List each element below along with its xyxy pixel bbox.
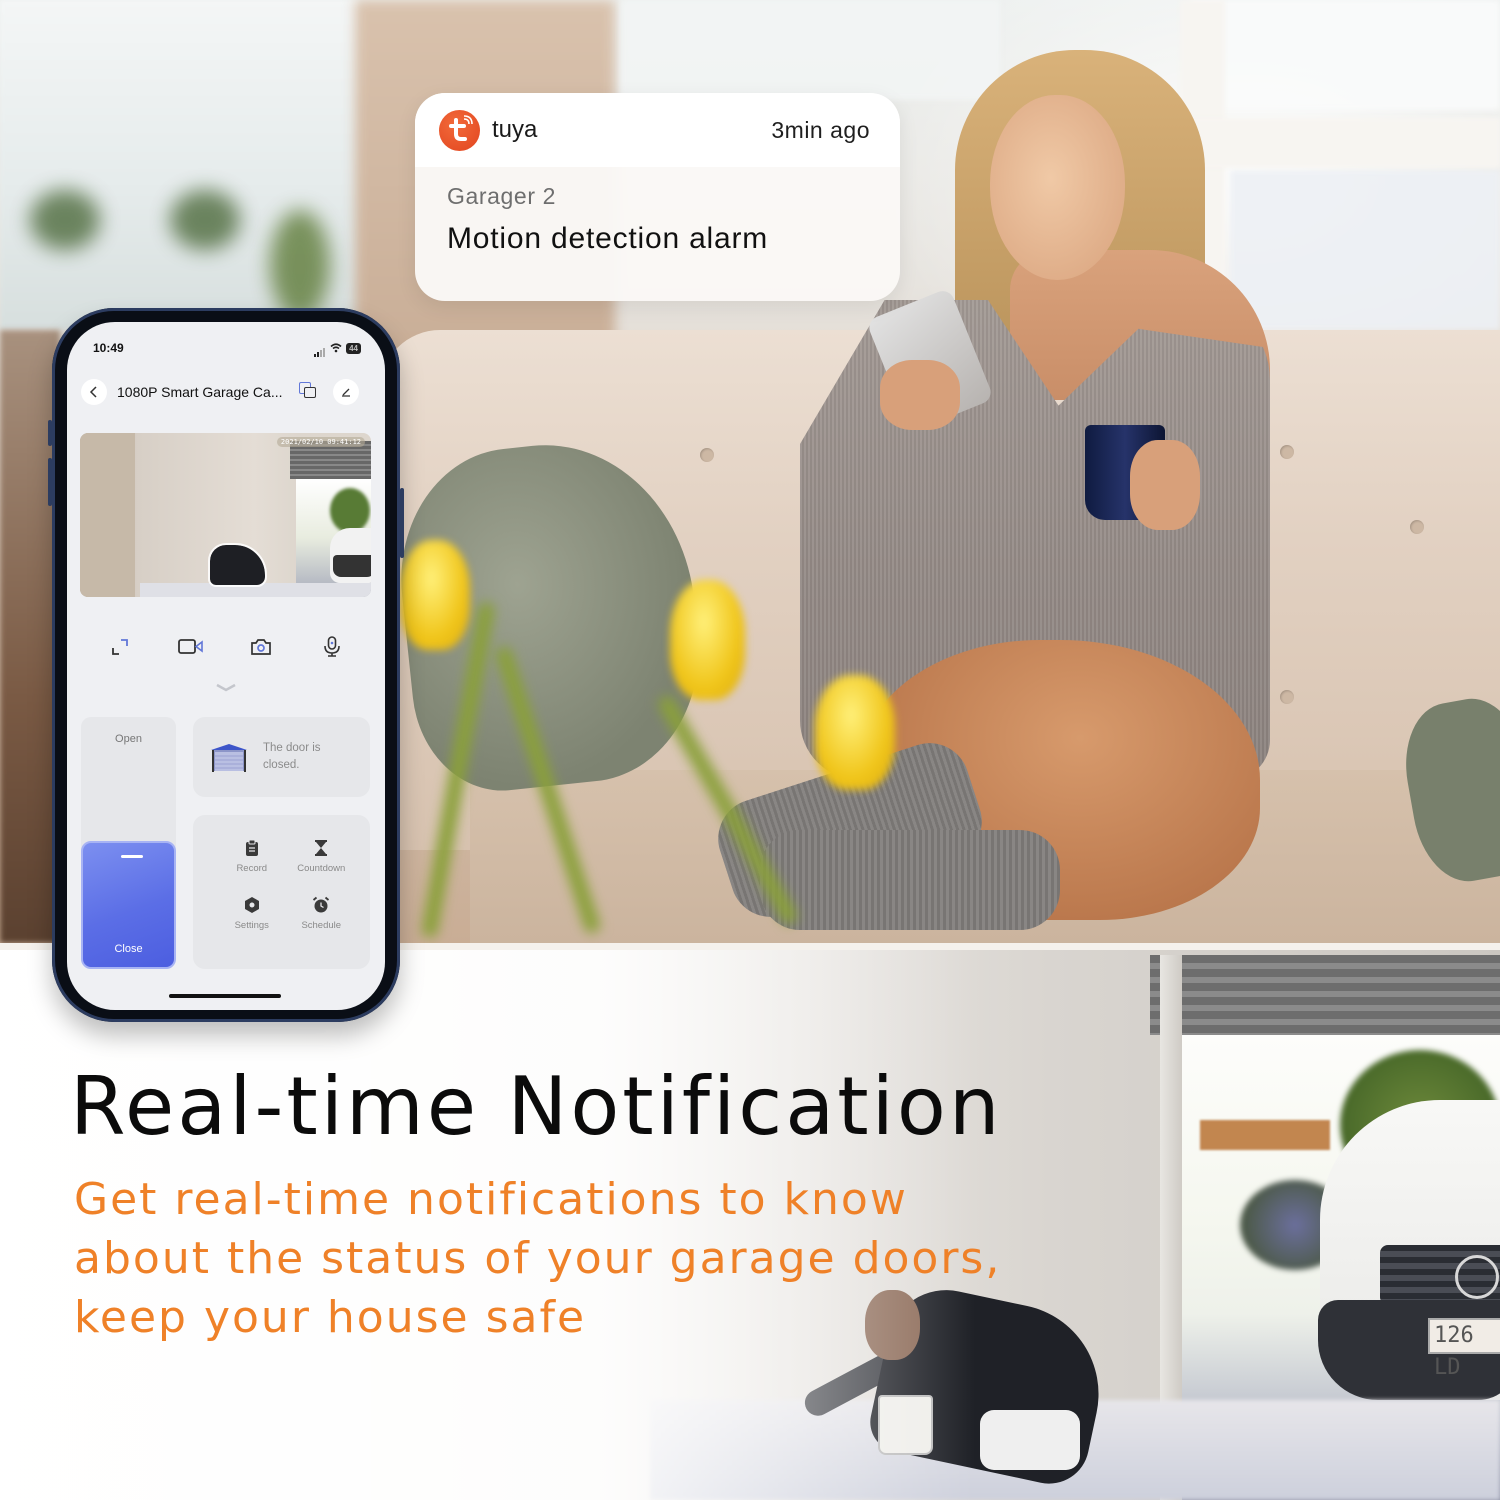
fullscreen-icon bbox=[112, 639, 129, 655]
sofa-button bbox=[700, 448, 714, 462]
close-label: Close bbox=[114, 943, 143, 955]
multi-screen-icon[interactable] bbox=[298, 382, 319, 402]
talk-button[interactable] bbox=[317, 632, 347, 662]
record-button[interactable]: Record bbox=[217, 839, 287, 896]
feature-label: Countdown bbox=[297, 863, 346, 874]
phone-side-button bbox=[400, 488, 404, 558]
edit-button[interactable] bbox=[332, 379, 359, 405]
snapshot-button[interactable] bbox=[246, 632, 276, 662]
microphone-icon bbox=[323, 636, 340, 657]
edit-icon bbox=[341, 388, 350, 397]
notification-header: tuya 3min ago bbox=[415, 93, 900, 167]
battery-icon: 44 bbox=[346, 342, 361, 354]
subtitle: Get real-time notifications to know abou… bbox=[74, 1170, 1014, 1347]
knit-sock bbox=[760, 830, 1060, 930]
phone-side-button bbox=[48, 458, 52, 506]
window-pane bbox=[1230, 170, 1500, 330]
feature-grid: Record Countdown Settings Schedule bbox=[193, 815, 370, 969]
door-status-line: The door is bbox=[263, 742, 321, 754]
video-van-bumper bbox=[333, 555, 371, 577]
slider-handle[interactable] bbox=[121, 855, 143, 858]
hourglass-icon bbox=[315, 840, 328, 856]
woman-hand bbox=[880, 360, 960, 430]
video-timestamp: 2021/02/10 09:41:12 bbox=[276, 437, 365, 447]
home-indicator[interactable] bbox=[169, 994, 281, 998]
headline: Real-time Notification bbox=[70, 1060, 1003, 1153]
window-pane bbox=[1190, 0, 1500, 110]
window-frame bbox=[1180, 118, 1500, 168]
fullscreen-button[interactable] bbox=[105, 632, 135, 662]
video-detected-person bbox=[208, 543, 267, 587]
close-door-button[interactable]: Close bbox=[81, 841, 176, 969]
notification-device: Garager 2 bbox=[447, 183, 556, 209]
camera-live-view[interactable]: 2021/02/10 09:41:12 bbox=[80, 433, 371, 597]
blurred-plant bbox=[170, 190, 240, 250]
door-slider[interactable]: Open Close bbox=[81, 717, 176, 969]
open-label: Open bbox=[115, 733, 142, 745]
yellow-tulip bbox=[400, 540, 470, 650]
app-header: 1080P Smart Garage Ca... bbox=[67, 370, 385, 414]
phone-side-button bbox=[48, 420, 52, 446]
feature-label: Schedule bbox=[301, 920, 342, 931]
notification-body: Garager 2 Motion detection alarm bbox=[415, 167, 900, 256]
status-bar: 10:49 44 bbox=[67, 322, 385, 362]
chevron-down-icon[interactable] bbox=[215, 682, 237, 694]
woman-hand bbox=[1130, 440, 1200, 530]
sofa-button bbox=[1280, 445, 1294, 459]
countdown-button[interactable]: Countdown bbox=[287, 839, 357, 896]
blurred-plant bbox=[270, 210, 330, 320]
yellow-tulip bbox=[815, 675, 895, 790]
window-pane bbox=[620, 0, 1000, 100]
video-wall bbox=[80, 433, 135, 597]
signal-icon bbox=[314, 339, 326, 357]
push-notification[interactable]: tuya 3min ago Garager 2 Motion detection… bbox=[415, 93, 900, 301]
status-icons: 44 bbox=[314, 339, 361, 357]
woman-face bbox=[990, 95, 1125, 280]
notification-app-name: tuya bbox=[492, 116, 538, 143]
notification-time: 3min ago bbox=[771, 116, 870, 143]
settings-button[interactable]: Settings bbox=[217, 896, 287, 953]
video-tree bbox=[330, 488, 370, 533]
door-status-card: The door is closed. bbox=[193, 717, 370, 797]
feature-label: Settings bbox=[234, 920, 269, 931]
door-status-text: The door is closed. bbox=[263, 740, 343, 774]
subtitle-line: keep your house safe bbox=[74, 1292, 587, 1343]
garage-icon bbox=[211, 744, 247, 772]
blurred-plant bbox=[30, 190, 100, 250]
camera-icon bbox=[251, 639, 272, 655]
clipboard-icon bbox=[245, 839, 258, 856]
camera-controls bbox=[67, 632, 385, 662]
tuya-logo-icon bbox=[439, 109, 480, 151]
video-floor bbox=[140, 583, 371, 597]
alarm-clock-icon bbox=[313, 896, 330, 913]
back-button[interactable] bbox=[81, 379, 107, 405]
phone-screen: 10:49 44 1080P Smart Garage Ca... 2021/0… bbox=[67, 322, 385, 1010]
device-title: 1080P Smart Garage Ca... bbox=[117, 384, 283, 400]
subtitle-line: about the status of your garage doors, bbox=[74, 1233, 1002, 1284]
status-time: 10:49 bbox=[93, 341, 124, 355]
notification-message: Motion detection alarm bbox=[447, 222, 769, 255]
sofa-button bbox=[1280, 690, 1294, 704]
door-status-line: closed. bbox=[263, 759, 300, 771]
smartphone: 10:49 44 1080P Smart Garage Ca... 2021/0… bbox=[48, 308, 404, 1022]
feature-label: Record bbox=[236, 863, 268, 874]
sofa-button bbox=[1410, 520, 1424, 534]
yellow-tulip bbox=[670, 580, 745, 700]
chevron-left-icon bbox=[89, 386, 97, 398]
subtitle-line: Get real-time notifications to know bbox=[74, 1174, 908, 1225]
wifi-icon bbox=[330, 343, 342, 353]
record-video-button[interactable] bbox=[176, 632, 206, 662]
settings-hex-icon bbox=[244, 897, 259, 913]
video-camera-icon bbox=[177, 639, 203, 654]
schedule-button[interactable]: Schedule bbox=[287, 896, 357, 953]
